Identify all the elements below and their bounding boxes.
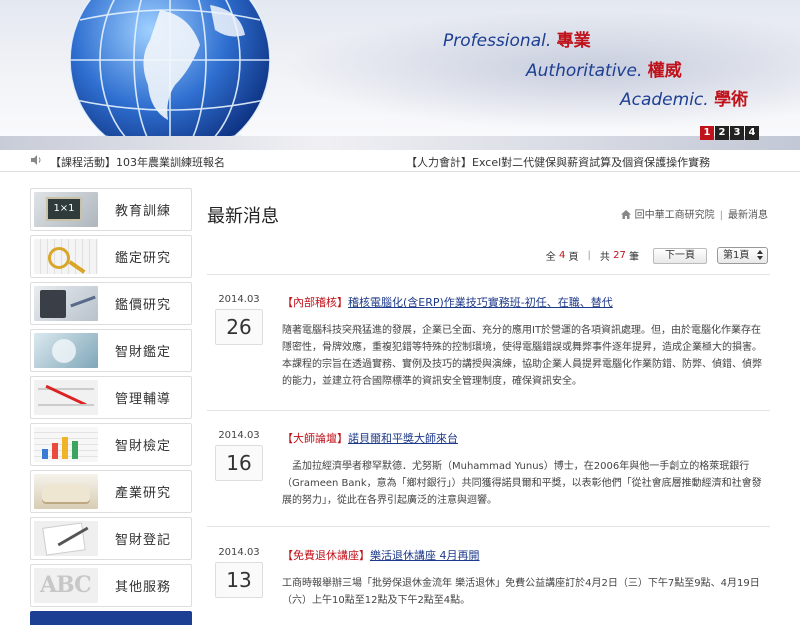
sidebar-item-label: 智財鑑定 — [115, 345, 172, 360]
sidebar-item-label: 教育訓練 — [115, 204, 172, 219]
news-title: 【大師論壇】諾貝爾和平獎大師來台 — [282, 430, 458, 446]
page-title: 最新消息 — [207, 206, 279, 227]
sidebar-item-label: 產業研究 — [115, 486, 172, 501]
sidebar-item-appraisal-research[interactable]: 鑑定研究 — [30, 235, 192, 278]
news-ticker: 【課程活動】103年農業訓練班報名 【人力會計】Excel對二代健保與薪資試算及… — [0, 150, 800, 172]
total-suffix: 頁 — [568, 252, 579, 263]
speaker-icon — [31, 155, 41, 165]
valuation-thumb-icon — [34, 286, 98, 321]
slogan-professional: Professional. 專業 — [443, 26, 591, 51]
header-banner: Professional. 專業 Authoritative. 權威 Acade… — [0, 0, 800, 150]
breadcrumb-home-link[interactable]: 回中華工商研究院 — [635, 210, 715, 221]
sidebar-item-ip-certification[interactable]: 智財檢定 — [30, 423, 192, 466]
page-select-value: 第1頁 — [723, 250, 750, 261]
appraisal-thumb-icon — [34, 239, 98, 274]
slogan-en: Authoritative. — [526, 61, 643, 81]
breadcrumb-separator: | — [719, 210, 723, 221]
news-category: 【內部稽核】 — [282, 296, 348, 309]
total-prefix: 全 — [545, 252, 556, 263]
news-title-link[interactable]: 樂活退休講座 4月再開 — [370, 549, 480, 562]
sidebar: 1×1 教育訓練 鑑定研究 鑑價研究 智財鑑定 管理輔導 智財檢定 產業研究 智… — [30, 188, 192, 625]
slide-button-2[interactable]: 2 — [715, 126, 729, 140]
news-category: 【大師論壇】 — [282, 432, 348, 445]
news-year-month: 2014.03 — [218, 294, 260, 305]
sidebar-item-label: 智財登記 — [115, 533, 172, 548]
slogan-zh: 權威 — [647, 61, 682, 81]
slogan-academic: Academic. 學術 — [620, 85, 748, 110]
pager-separator: | — [587, 250, 591, 261]
news-item: 2014.03 16 【大師論壇】諾貝爾和平獎大師來台 孟加拉經濟學者穆罕默德．… — [215, 430, 768, 520]
news-title: 【免費退休講座】樂活退休講座 4月再開 — [282, 547, 480, 563]
sidebar-item-industry-research[interactable]: 產業研究 — [30, 470, 192, 513]
ip-appraisal-thumb-icon — [34, 333, 98, 368]
sidebar-item-education-training[interactable]: 1×1 教育訓練 — [30, 188, 192, 231]
slogan-zh: 學術 — [714, 90, 749, 110]
news-category: 【免費退休講座】 — [282, 549, 370, 562]
news-date: 2014.03 26 — [215, 294, 263, 345]
count-suffix: 筆 — [629, 252, 639, 263]
breadcrumb-current: 最新消息 — [728, 210, 768, 221]
sidebar-item-valuation-research[interactable]: 鑑價研究 — [30, 282, 192, 325]
select-arrows-icon — [757, 250, 763, 260]
slogan-en: Academic. — [620, 90, 709, 110]
sidebar-bottom-banner[interactable] — [30, 611, 192, 625]
training-thumb-icon: 1×1 — [34, 192, 98, 227]
news-year-month: 2014.03 — [218, 547, 260, 558]
slogan-authoritative: Authoritative. 權威 — [526, 56, 682, 81]
news-day: 16 — [215, 445, 263, 481]
news-day: 13 — [215, 562, 263, 598]
globe-icon — [69, 0, 271, 150]
count-prefix: 共 — [599, 252, 610, 263]
slogan-zh: 專業 — [556, 31, 591, 51]
sidebar-item-label: 鑑定研究 — [115, 251, 172, 266]
sidebar-item-ip-appraisal[interactable]: 智財鑑定 — [30, 329, 192, 372]
management-thumb-icon — [34, 380, 98, 415]
divider — [207, 410, 770, 411]
other-services-thumb-icon: ABC — [34, 568, 98, 603]
news-body: 孟加拉經濟學者穆罕默德．尤努斯（Muhammad Yunus）博士，在2006年… — [282, 461, 762, 506]
sidebar-item-label: 其他服務 — [115, 580, 172, 595]
ticker-item[interactable]: 【人力會計】Excel對二代健保與薪資試算及個資保護操作實務 — [406, 154, 710, 170]
news-date: 2014.03 13 — [215, 547, 263, 598]
sidebar-item-ip-registration[interactable]: 智財登記 — [30, 517, 192, 560]
sidebar-item-management-consulting[interactable]: 管理輔導 — [30, 376, 192, 419]
news-body: 工商時報舉辦三場「批勞保退休金流年 樂活退休」免費公益講座訂於4月2日（三）下午… — [282, 578, 760, 606]
sidebar-item-label: 鑑價研究 — [115, 298, 172, 313]
sidebar-item-label: 管理輔導 — [115, 392, 172, 407]
news-title-link[interactable]: 諾貝爾和平獎大師來台 — [348, 432, 458, 445]
sidebar-item-label: 智財檢定 — [115, 439, 172, 454]
industry-research-thumb-icon — [34, 474, 98, 509]
ip-registration-thumb-icon — [34, 521, 98, 556]
banner-bottom-strip — [0, 136, 800, 150]
record-count: 27 — [613, 250, 626, 261]
slide-nav: 1 2 3 4 — [700, 126, 759, 140]
news-body: 隨著電腦科技突飛猛進的發展，企業已全面、充分的應用IT於營運的各項資訊處理。但，… — [282, 325, 762, 387]
pager: 全 4 頁 | 共 27 筆 下一頁 第1頁 — [546, 247, 768, 264]
news-date: 2014.03 16 — [215, 430, 263, 481]
news-title: 【內部稽核】稽核電腦化(含ERP)作業技巧實務班-初任、在職、替代 — [282, 294, 613, 310]
ip-certification-thumb-icon — [34, 427, 98, 462]
ticker-item[interactable]: 【課程活動】103年農業訓練班報名 — [50, 154, 225, 170]
news-item: 2014.03 13 【免費退休講座】樂活退休講座 4月再開 工商時報舉辦三場「… — [215, 547, 768, 619]
news-day: 26 — [215, 309, 263, 345]
slide-button-3[interactable]: 3 — [730, 126, 744, 140]
sidebar-item-other-services[interactable]: ABC 其他服務 — [30, 564, 192, 607]
page-select[interactable]: 第1頁 — [717, 247, 768, 264]
divider — [207, 274, 770, 275]
breadcrumb: 回中華工商研究院 | 最新消息 — [620, 206, 768, 221]
next-page-button[interactable]: 下一頁 — [653, 247, 707, 264]
divider — [207, 526, 770, 527]
slogan-en: Professional. — [443, 31, 552, 51]
news-year-month: 2014.03 — [218, 430, 260, 441]
total-pages: 4 — [558, 250, 566, 261]
news-item: 2014.03 26 【內部稽核】稽核電腦化(含ERP)作業技巧實務班-初任、在… — [215, 294, 768, 404]
slide-button-4[interactable]: 4 — [745, 126, 759, 140]
news-title-link[interactable]: 稽核電腦化(含ERP)作業技巧實務班-初任、在職、替代 — [348, 296, 613, 309]
slide-button-1[interactable]: 1 — [700, 126, 714, 140]
home-icon — [620, 210, 631, 219]
